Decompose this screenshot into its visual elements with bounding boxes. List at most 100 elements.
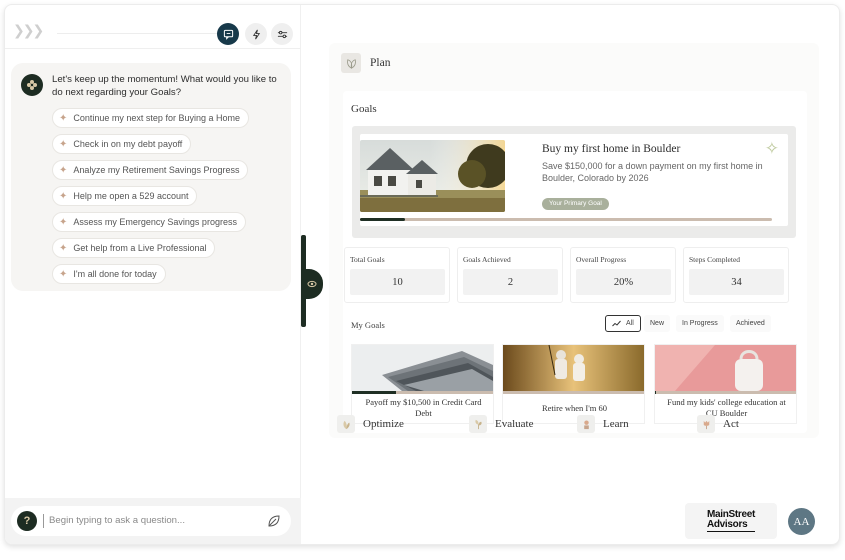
filter-label: New xyxy=(650,320,665,327)
actions-button[interactable] xyxy=(245,23,267,45)
step-label: Optimize xyxy=(363,418,404,430)
assistant-toolbar: ❯❯❯ xyxy=(5,5,301,49)
assistant-message: Let's keep up the momentum! What would y… xyxy=(52,74,277,98)
step-label: Learn xyxy=(603,418,629,430)
stat-value: 10 xyxy=(350,269,445,295)
leaf-send-icon[interactable] xyxy=(267,514,281,528)
input-caret xyxy=(43,514,44,528)
bolt-icon xyxy=(252,29,260,39)
suggestion-label: Help me open a 529 account xyxy=(73,191,189,201)
stat-label: Total Goals xyxy=(350,255,385,264)
primary-goal-progress-fill xyxy=(360,218,406,221)
brand-wordmark: MainStreet Advisors xyxy=(706,510,755,532)
chat-button[interactable] xyxy=(217,23,239,45)
flower-pot-icon xyxy=(577,415,595,433)
sparkle-icon: ✦ xyxy=(59,242,68,254)
sparkle-icon: ✦ xyxy=(59,138,68,150)
stat-steps-completed: Steps Completed 34 xyxy=(683,247,789,303)
user-avatar[interactable]: AA xyxy=(788,508,815,535)
suggestion-label: I'm all done for today xyxy=(73,269,157,279)
collapse-panel-button[interactable] xyxy=(301,269,323,299)
primary-goal-description: Save $150,000 for a down payment on my f… xyxy=(542,161,763,183)
stat-label: Steps Completed xyxy=(689,255,741,264)
stat-goals-achieved: Goals Achieved 2 xyxy=(457,247,563,303)
filter-achieved[interactable]: Achieved xyxy=(730,315,771,332)
brand-line-2: Advisors xyxy=(706,519,748,530)
assistant-panel: ❯❯❯ Let's keep up the momentum! What wou… xyxy=(5,5,301,544)
primary-goal-badge: Your Primary Goal xyxy=(542,198,609,210)
composer-bar: ? Begin typing to ask a question... xyxy=(5,498,301,544)
goal-progress-fill xyxy=(352,391,396,394)
stat-value: 2 xyxy=(463,269,558,295)
step-learn[interactable]: Learn xyxy=(577,415,629,433)
goal-progress-fill xyxy=(655,391,657,394)
sliders-icon xyxy=(277,30,287,38)
goal-progress xyxy=(352,391,493,394)
chat-message-card: Let's keep up the momentum! What would y… xyxy=(11,63,291,291)
sparkle-icon[interactable]: ✧ xyxy=(765,139,779,159)
flower-icon xyxy=(27,80,37,90)
suggestion-label: Continue my next step for Buying a Home xyxy=(73,113,240,123)
step-evaluate[interactable]: Evaluate xyxy=(469,415,533,433)
sparkle-icon: ✦ xyxy=(59,216,68,228)
suggestion-chip[interactable]: ✦ Check in on my debt payoff xyxy=(52,134,192,154)
toolbar-divider xyxy=(57,33,217,34)
app-window: ❯❯❯ Let's keep up the momentum! What wou… xyxy=(4,4,840,545)
step-optimize[interactable]: Optimize xyxy=(337,415,404,433)
sparkle-icon: ✦ xyxy=(59,112,68,124)
primary-goal-card[interactable]: Buy my first home in Boulder Save $150,0… xyxy=(352,126,796,238)
suggestion-chip[interactable]: ✦ Help me open a 529 account xyxy=(52,186,198,206)
help-button[interactable]: ? xyxy=(17,511,37,531)
retirement-photo xyxy=(503,345,644,391)
primary-goal-title: Buy my first home in Boulder xyxy=(542,143,681,155)
stat-overall-progress: Overall Progress 20% xyxy=(570,247,676,303)
step-label: Evaluate xyxy=(495,418,534,430)
stat-value: 20% xyxy=(576,269,671,295)
plan-panel: Plan Goals Buy my first home in Boulder … xyxy=(329,43,819,438)
filter-label: In Progress xyxy=(682,320,718,327)
stat-value: 34 xyxy=(689,269,784,295)
leaf-icon xyxy=(337,415,355,433)
stat-label: Goals Achieved xyxy=(463,255,511,264)
plan-leaf-icon xyxy=(341,53,361,73)
goals-title: Goals xyxy=(351,103,377,115)
suggestion-chip[interactable]: ✦ Analyze my Retirement Savings Progress xyxy=(52,160,249,180)
plan-title: Plan xyxy=(370,57,391,69)
step-label: Act xyxy=(723,418,739,430)
suggestion-label: Assess my Emergency Savings progress xyxy=(73,217,237,227)
house-photo xyxy=(360,140,505,212)
sparkle-icon: ✦ xyxy=(59,164,68,176)
suggestion-chip[interactable]: ✦ Assess my Emergency Savings progress xyxy=(52,212,246,232)
filter-new[interactable]: New xyxy=(644,315,671,332)
ask-placeholder: Begin typing to ask a question... xyxy=(49,515,185,526)
goal-card-college[interactable]: Fund my kids' college education at CU Bo… xyxy=(654,344,797,424)
my-goals-label: My Goals xyxy=(351,320,385,330)
settings-button[interactable] xyxy=(271,23,293,45)
suggestion-chip[interactable]: ✦ I'm all done for today xyxy=(52,264,166,284)
assistant-avatar xyxy=(21,74,43,96)
goal-card-debt[interactable]: Payoff my $10,500 in Credit Card Debt xyxy=(351,344,494,424)
credit-cards-photo xyxy=(352,345,493,391)
suggestion-label: Check in on my debt payoff xyxy=(73,139,183,149)
brand-logo: MainStreet Advisors xyxy=(685,503,777,539)
backpack-photo xyxy=(655,345,796,391)
sparkle-icon: ✦ xyxy=(59,268,68,280)
sparkle-icon: ✦ xyxy=(59,190,68,202)
primary-goal-progress xyxy=(360,218,772,221)
goal-progress xyxy=(655,391,796,394)
suggestion-label: Get help from a Live Professional xyxy=(73,243,207,253)
filter-all[interactable]: All xyxy=(605,315,641,332)
suggestion-chip[interactable]: ✦ Get help from a Live Professional xyxy=(52,238,216,258)
goals-section: Goals Buy my first home in Boulder Save … xyxy=(343,91,807,433)
leaf-logo-icon: ❯❯❯ xyxy=(13,23,44,39)
stat-label: Overall Progress xyxy=(576,255,627,264)
goal-progress xyxy=(503,391,644,394)
goal-card-retire[interactable]: Retire when I'm 60 xyxy=(502,344,645,424)
tulip-icon xyxy=(697,415,715,433)
filter-in-progress[interactable]: In Progress xyxy=(676,315,724,332)
suggestion-chip[interactable]: ✦ Continue my next step for Buying a Home xyxy=(52,108,249,128)
filter-label: All xyxy=(626,320,634,327)
ask-input[interactable]: ? Begin typing to ask a question... xyxy=(11,506,291,536)
trend-icon xyxy=(612,320,621,327)
step-act[interactable]: Act xyxy=(697,415,739,433)
